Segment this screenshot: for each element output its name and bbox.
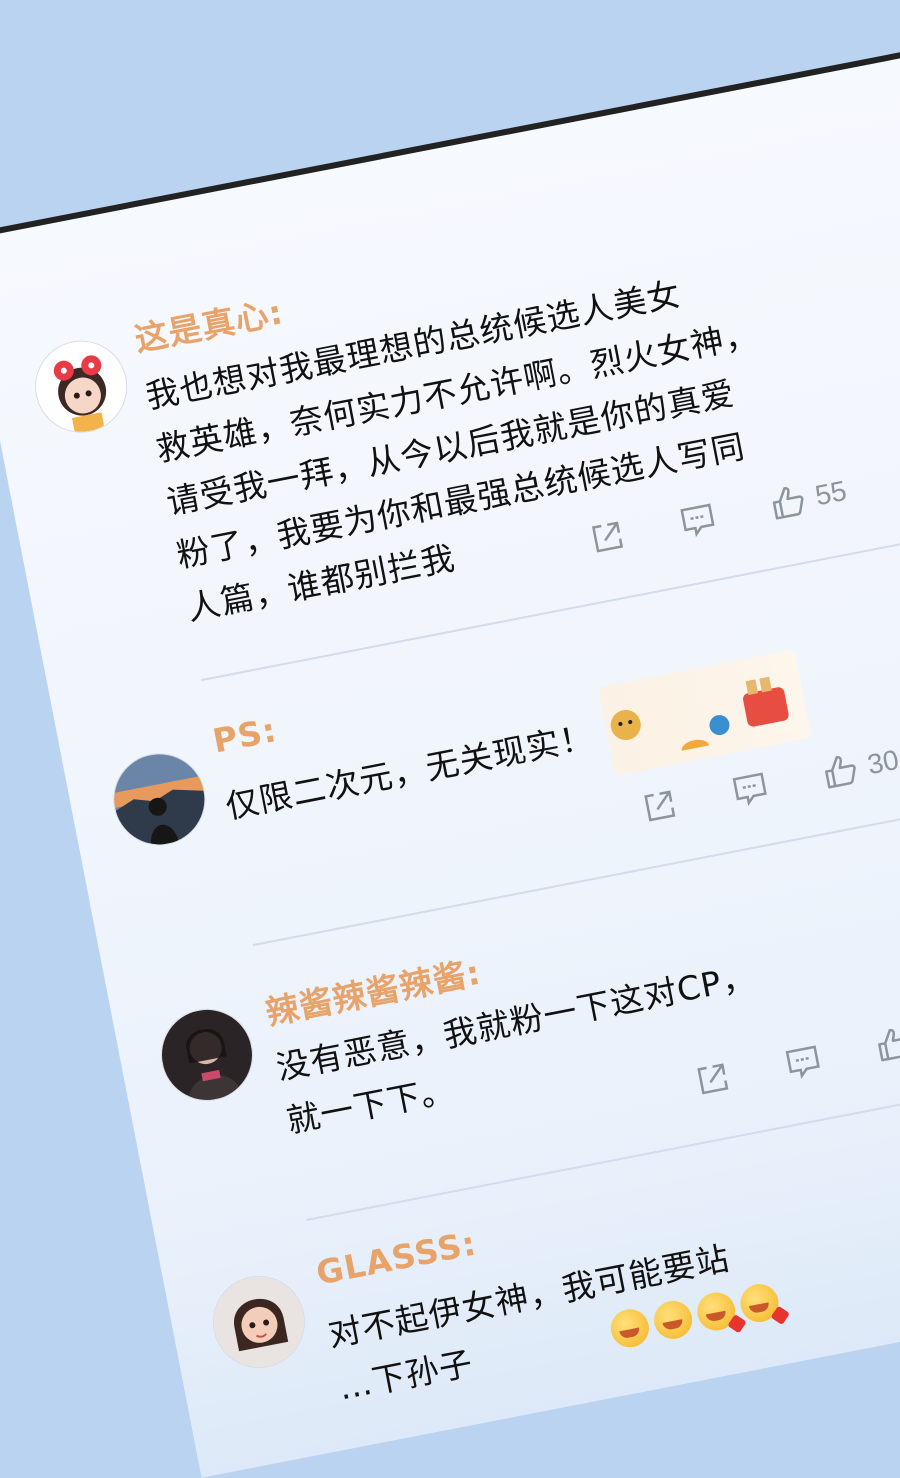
comment-icon [732, 772, 767, 807]
comment-button[interactable] [677, 498, 719, 540]
thumbs-up-icon [878, 1028, 900, 1062]
sticker-image [598, 649, 812, 776]
comment-item: GLASSS: 对不起伊女神，我可能要站 …下孙子 [0, 39, 900, 1408]
share-button[interactable] [639, 785, 681, 827]
divider [252, 795, 900, 947]
smile-emoji-icon [694, 1289, 747, 1334]
like-button[interactable]: 30 [819, 742, 900, 792]
like-count: 55 [812, 474, 850, 512]
comment-panel: 这是真心: 我也想对我最理想的总统候选人美女 救英雄，奈何实力不允许啊。烈火女神… [0, 32, 900, 1478]
smile-emoji-icon [650, 1297, 696, 1343]
smile-emoji-icon [607, 1305, 653, 1351]
avatar[interactable] [204, 1268, 313, 1376]
avatar[interactable] [27, 332, 136, 441]
share-icon [644, 790, 676, 822]
like-button[interactable] [872, 1021, 900, 1065]
comment-line: 仅限二次元，无关现实！ [222, 716, 597, 827]
like-count: 30 [864, 743, 900, 781]
comment-text: 仅限二次元，无关现实！ [221, 710, 598, 834]
comment-item: 辣酱辣酱辣酱: 没有恶意，我就粉一下这对CP， 就一下下。 [0, 39, 900, 1221]
share-button[interactable] [586, 516, 628, 558]
thumbs-up-icon [772, 486, 804, 520]
comment-button[interactable] [729, 767, 771, 809]
avatar[interactable] [153, 1001, 261, 1109]
username[interactable]: GLASSS: [313, 1223, 480, 1292]
avatar[interactable] [105, 745, 214, 854]
share-icon [697, 1063, 729, 1095]
comment-button[interactable] [782, 1040, 824, 1082]
comment-item: 这是真心: 我也想对我最理想的总统候选人美女 救英雄，奈何实力不允许啊。烈火女神… [0, 39, 900, 682]
thumbs-up-icon [825, 755, 856, 789]
comment-icon [785, 1045, 820, 1080]
share-icon [591, 521, 624, 553]
comment-item: PS: 仅限二次元，无关现实！ 30 [0, 39, 900, 947]
username[interactable]: PS: [210, 710, 280, 761]
comic-scene: 这是真心: 我也想对我最理想的总统候选人美女 救英雄，奈何实力不允许啊。烈火女神… [0, 0, 900, 1478]
share-button[interactable] [692, 1058, 734, 1100]
comment-icon [680, 503, 715, 538]
smile-emoji-icon [737, 1280, 790, 1326]
